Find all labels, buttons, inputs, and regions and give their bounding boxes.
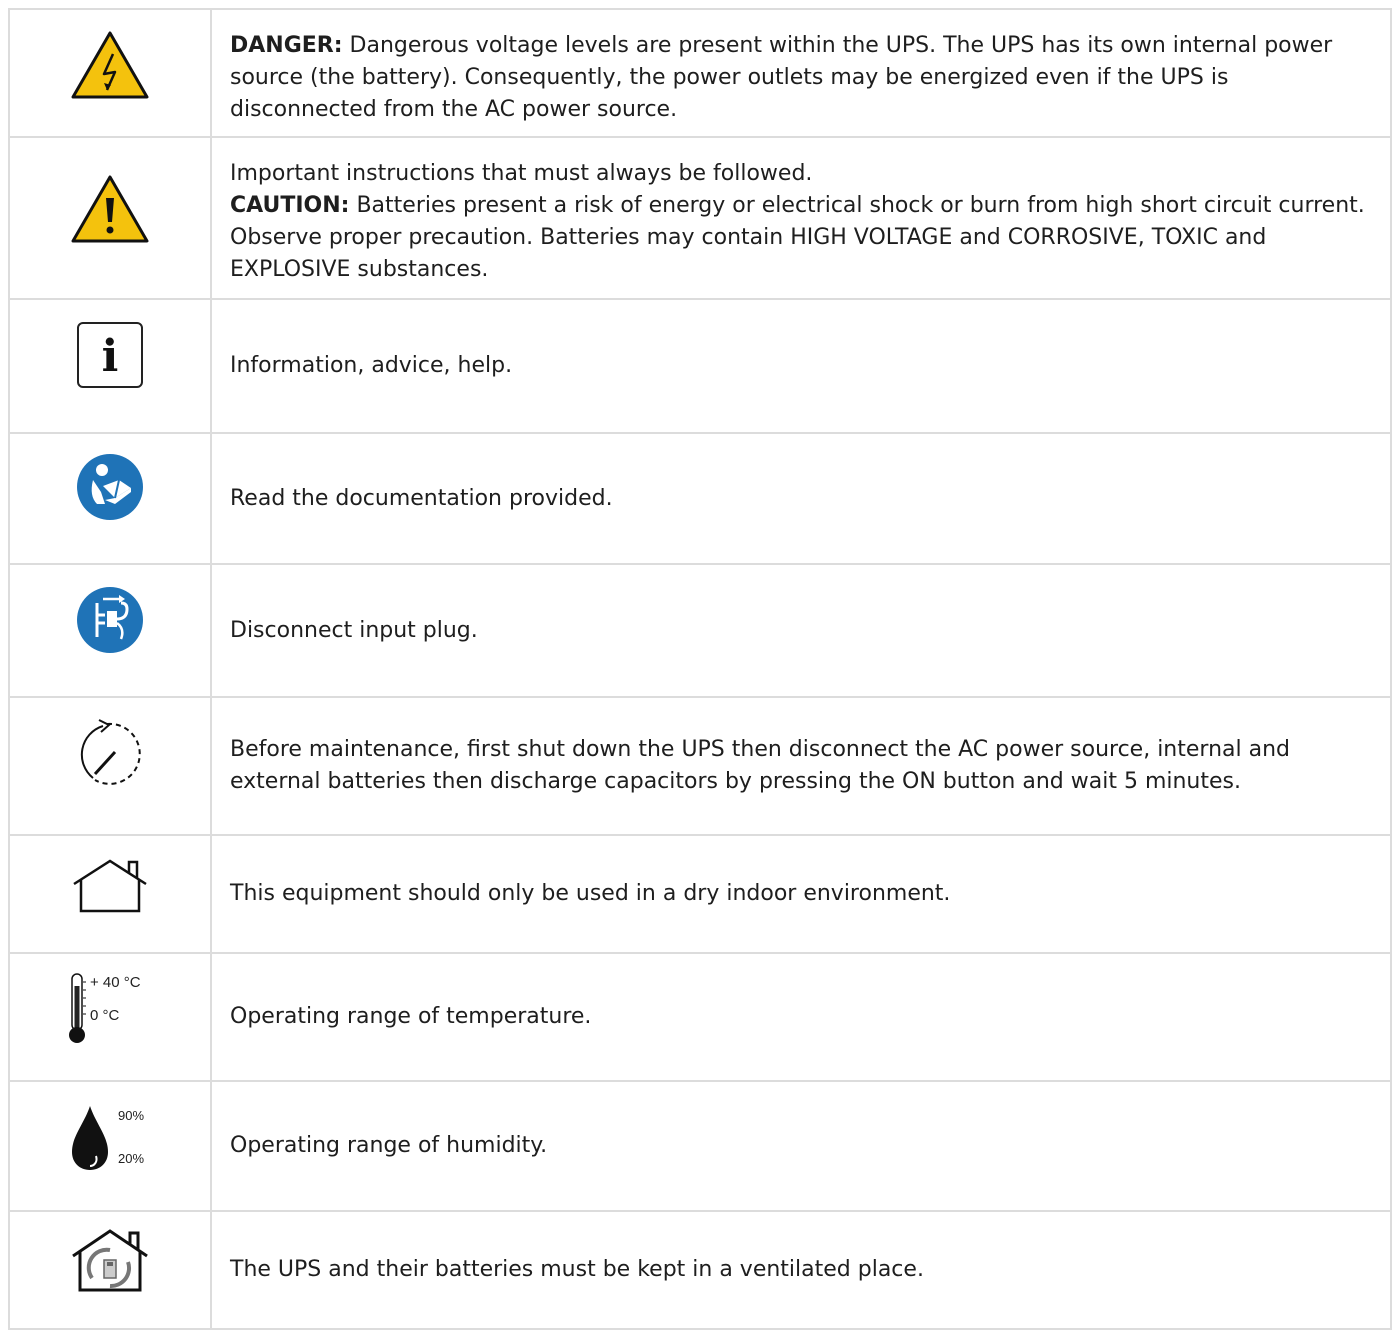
humidity-min-label: 20% xyxy=(118,1151,144,1166)
text-cell: Operating range of humidity. xyxy=(210,1080,1392,1212)
read-manual-icon xyxy=(77,454,143,520)
caution-label: CAUTION: xyxy=(230,193,350,218)
danger-text-cell: DANGER: Dangerous voltage levels are pre… xyxy=(210,8,1392,138)
information-icon: i xyxy=(77,322,143,388)
text-cell: This equipment should only be used in a … xyxy=(210,834,1392,954)
table-row: The UPS and their batteries must be kept… xyxy=(8,1210,1392,1330)
text-cell: Disconnect input plug. xyxy=(210,563,1392,698)
humidity-max-label: 90% xyxy=(118,1108,144,1123)
text-cell: The UPS and their batteries must be kept… xyxy=(210,1210,1392,1330)
danger-text: Dangerous voltage levels are present wit… xyxy=(230,33,1333,122)
icon-cell: 90% 20% xyxy=(8,1080,212,1212)
table-row: Before maintenance, first shut down the … xyxy=(8,696,1392,836)
icon-cell xyxy=(8,8,212,138)
safety-symbols-table: DANGER: Dangerous voltage levels are pre… xyxy=(8,8,1392,1330)
icon-cell: + 40 °C 0 °C xyxy=(8,952,212,1082)
caution-text: Batteries present a risk of energy or el… xyxy=(230,193,1365,282)
table-row: Disconnect input plug. xyxy=(8,563,1392,698)
temp-max-label: + 40 °C xyxy=(90,974,141,991)
text-cell: Before maintenance, first shut down the … xyxy=(210,696,1392,836)
text-cell: Information, advice, help. xyxy=(210,298,1392,434)
table-row: This equipment should only be used in a … xyxy=(8,834,1392,954)
table-row: i Information, advice, help. xyxy=(8,298,1392,434)
caution-text-cell: Important instructions that must always … xyxy=(210,136,1392,300)
disconnect-plug-icon xyxy=(77,587,143,653)
humidity-drop-icon: 90% 20% xyxy=(72,1106,144,1170)
table-row: Important instructions that must always … xyxy=(8,136,1392,300)
caution-warning-icon xyxy=(71,175,149,243)
icon-cell: i xyxy=(8,298,212,434)
danger-label: DANGER: xyxy=(230,33,343,58)
icon-cell xyxy=(8,834,212,954)
table-row: 90% 20% Operating range of humidity. xyxy=(8,1080,1392,1212)
caution-intro: Important instructions that must always … xyxy=(230,161,813,186)
table-row: Read the documentation provided. xyxy=(8,432,1392,565)
high-voltage-warning-icon xyxy=(71,31,149,99)
icon-cell xyxy=(8,563,212,698)
thermometer-icon: + 40 °C 0 °C xyxy=(69,973,141,1043)
table-row: + 40 °C 0 °C Operating range of temperat… xyxy=(8,952,1392,1082)
text-cell: Read the documentation provided. xyxy=(210,432,1392,565)
text-cell: Operating range of temperature. xyxy=(210,952,1392,1082)
indoor-house-icon xyxy=(73,859,147,913)
icon-cell xyxy=(8,696,212,836)
icon-cell xyxy=(8,1210,212,1330)
ventilated-house-icon xyxy=(72,1229,148,1292)
icon-cell xyxy=(8,136,212,300)
info-glyph: i xyxy=(102,331,119,382)
table-row: DANGER: Dangerous voltage levels are pre… xyxy=(8,8,1392,138)
shutdown-wait-icon xyxy=(80,719,141,785)
icon-cell xyxy=(8,432,212,565)
temp-min-label: 0 °C xyxy=(90,1007,120,1024)
